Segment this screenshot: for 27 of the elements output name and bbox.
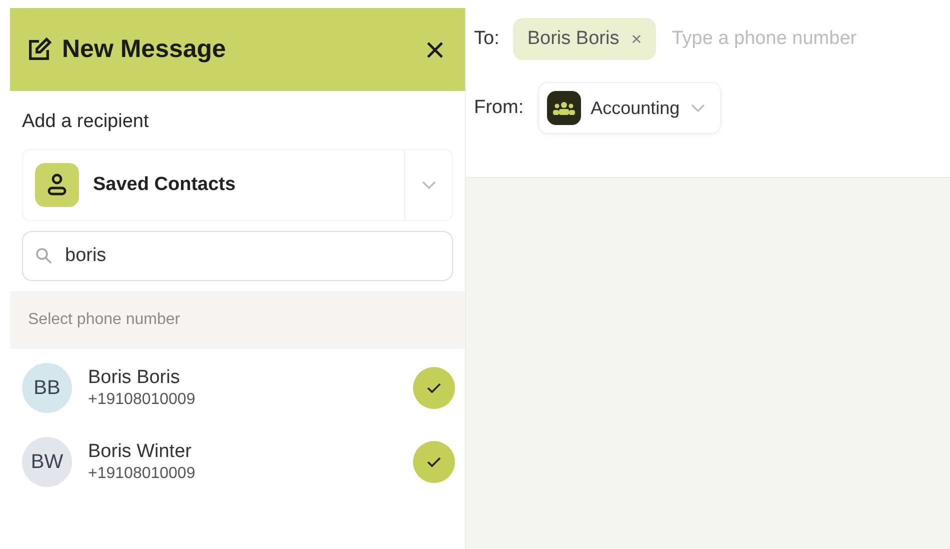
search-icon <box>35 247 53 265</box>
contact-phone: +19108010009 <box>88 465 196 483</box>
section-label: Select phone number <box>10 291 465 349</box>
contact-avatar: BW <box>22 437 72 487</box>
contact-source-dropdown[interactable]: Saved Contacts <box>22 149 453 221</box>
to-label: To: <box>474 28 500 50</box>
contact-name: Boris Boris <box>88 367 181 389</box>
group-icon <box>546 91 581 125</box>
chevron-down-icon <box>690 103 706 113</box>
contact-name: Boris Winter <box>88 441 192 463</box>
close-icon <box>425 40 445 60</box>
recipient-name: Boris Boris <box>527 28 620 50</box>
panel-title: New Message <box>62 35 227 64</box>
sender-dropdown[interactable]: Accounting <box>538 82 721 134</box>
checkmark-icon <box>426 382 442 394</box>
contact-checkbox[interactable] <box>413 367 455 409</box>
from-label: From: <box>474 97 524 119</box>
contact-avatar: BB <box>22 363 72 413</box>
person-icon <box>35 163 79 207</box>
edit-icon <box>26 36 52 62</box>
recipient-label: Add a recipient <box>22 110 150 134</box>
search-field[interactable]: boris <box>22 231 453 281</box>
contact-checkbox[interactable] <box>413 441 455 483</box>
chevron-down-icon <box>420 180 436 190</box>
checkmark-icon <box>426 456 442 468</box>
contact-phone: +19108010009 <box>88 391 196 409</box>
remove-button[interactable]: × <box>631 28 642 50</box>
